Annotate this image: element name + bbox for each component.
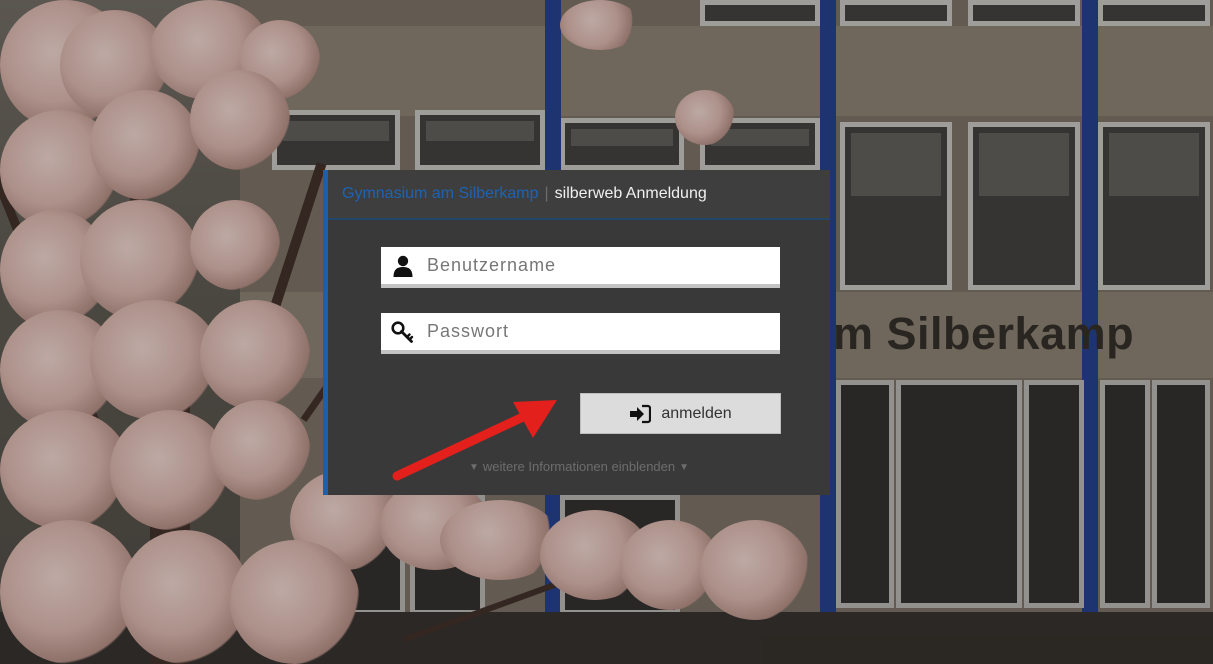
- login-button-label: anmelden: [661, 404, 732, 422]
- chevron-down-icon: ▼: [679, 462, 690, 473]
- username-field[interactable]: [381, 247, 780, 288]
- panel-header: Gymnasium am Silberkamp | silberweb Anme…: [328, 170, 830, 220]
- sign-in-icon: [630, 404, 652, 423]
- username-input[interactable]: [427, 255, 780, 276]
- key-icon: [391, 320, 414, 343]
- annotation-arrow: [392, 400, 557, 481]
- user-icon: [393, 255, 413, 277]
- school-name[interactable]: Gymnasium am Silberkamp: [342, 185, 539, 203]
- title-separator: |: [544, 185, 549, 202]
- password-input[interactable]: [427, 321, 780, 342]
- login-button[interactable]: anmelden: [580, 393, 781, 434]
- password-field[interactable]: [381, 313, 780, 354]
- app-title: silberweb Anmeldung: [554, 185, 707, 202]
